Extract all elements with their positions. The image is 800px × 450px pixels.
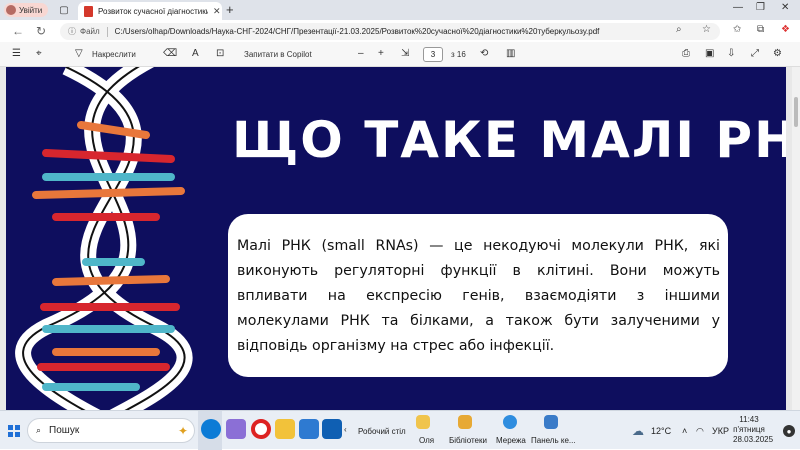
- print-icon[interactable]: ⎙: [682, 48, 690, 59]
- contents-icon[interactable]: ☰: [12, 48, 21, 59]
- close-window-button[interactable]: ✕: [781, 2, 789, 13]
- back-button[interactable]: ←: [12, 24, 24, 38]
- chevron-up-icon[interactable]: ‹: [344, 425, 347, 434]
- search-highlight-icon: ✦: [177, 423, 188, 438]
- search-placeholder: Пошук: [49, 425, 80, 436]
- address-bar[interactable]: ⓘ Файл C:/Users/olhap/Downloads/Наука-СН…: [60, 23, 720, 40]
- pinned-label-3[interactable]: Панель ке...: [531, 436, 576, 445]
- dna-rung: [42, 149, 175, 163]
- clock-time: 11:43: [739, 415, 759, 424]
- avatar-icon: [6, 5, 16, 15]
- page-total: з 16: [451, 50, 466, 59]
- scrollbar-thumb[interactable]: [794, 97, 798, 127]
- fullscreen-icon[interactable]: ⤢: [751, 48, 759, 59]
- url-text[interactable]: C:/Users/olhap/Downloads/Наука-СНГ-2024/…: [115, 27, 600, 36]
- search-icon: ⌕: [36, 425, 42, 435]
- address-prefix: Файл: [80, 27, 100, 36]
- pinned-label-1[interactable]: Бібліотеки: [449, 436, 487, 445]
- definition-card: Малі РНК (small RNAs) — це некодуючі мол…: [228, 214, 728, 377]
- folder-library-icon[interactable]: [458, 415, 472, 429]
- address-divider: [106, 26, 108, 37]
- clock-date: 28.03.2025: [733, 435, 774, 444]
- taskbar: ⌕ Пошук ✦ ‹ Робочий стіл Оля Бібліотеки …: [0, 410, 800, 450]
- zoom-out-button[interactable]: –: [358, 48, 364, 59]
- zoom-icon[interactable]: ⌕: [676, 24, 682, 35]
- pdf-viewer[interactable]: ЩО ТАКЕ МАЛІ РНК Малі РНК (small RNAs) —…: [0, 67, 792, 410]
- new-tab-button[interactable]: +: [226, 2, 234, 17]
- language-indicator[interactable]: УКР: [712, 426, 729, 436]
- dna-rung: [52, 275, 170, 286]
- weather-temp[interactable]: 12°C: [651, 426, 671, 436]
- desktop-label[interactable]: Робочий стіл: [358, 427, 406, 436]
- definition-text: Малі РНК (small RNAs) — це некодуючі мол…: [237, 238, 720, 354]
- page-number-input[interactable]: 3: [423, 47, 443, 62]
- tab-title: Розвиток сучасної діагностики ту: [98, 6, 208, 16]
- folder-user-icon[interactable]: [416, 415, 430, 429]
- network-icon[interactable]: [503, 415, 517, 429]
- weather-icon[interactable]: ☁: [632, 424, 644, 438]
- notification-icon[interactable]: ●: [783, 425, 795, 437]
- copilot-app-icon[interactable]: [226, 419, 246, 439]
- dna-rung: [32, 187, 185, 199]
- pinned-label-0[interactable]: Оля: [419, 436, 434, 445]
- workspaces-icon[interactable]: ▢: [57, 3, 71, 17]
- info-icon[interactable]: ⓘ: [68, 26, 76, 37]
- copilot-icon[interactable]: ❖: [781, 24, 790, 35]
- tray-chevron-icon[interactable]: ˄: [682, 426, 687, 436]
- page-view-icon[interactable]: ▥: [506, 48, 515, 59]
- control-panel-icon[interactable]: [544, 415, 558, 429]
- start-button[interactable]: [8, 425, 20, 437]
- settings-gear-icon[interactable]: ⚙: [773, 48, 782, 59]
- tab-active[interactable]: Розвиток сучасної діагностики ту ✕: [78, 2, 222, 20]
- save-as-icon[interactable]: ⇩: [727, 48, 735, 59]
- store-icon[interactable]: [299, 419, 319, 439]
- browser-window: Увійти ▢ Розвиток сучасної діагностики т…: [0, 0, 800, 450]
- pdf-toolbar: ☰ ⌖ ▽ Накреслити ⌫ A ⊡ Запитати в Copilo…: [0, 42, 800, 67]
- draw-icon[interactable]: ▽: [75, 48, 83, 59]
- profile-button[interactable]: Увійти: [4, 3, 48, 17]
- draw-button[interactable]: Накреслити: [92, 50, 136, 59]
- read-aloud-icon[interactable]: A: [192, 48, 199, 59]
- profile-label: Увійти: [19, 5, 43, 15]
- clock[interactable]: 11:43 п'ятниця 28.03.2025: [733, 415, 774, 445]
- favorites-icon[interactable]: ✩: [733, 24, 741, 35]
- wifi-icon[interactable]: ◠: [696, 426, 704, 437]
- restore-button[interactable]: ❐: [756, 2, 765, 13]
- taskbar-search[interactable]: ⌕ Пошук ✦: [27, 418, 195, 443]
- ask-copilot-button[interactable]: Запитати в Copilot: [244, 50, 312, 59]
- file-explorer-icon[interactable]: [275, 419, 295, 439]
- zoom-in-button[interactable]: +: [378, 48, 384, 59]
- address-bar-row: ← ↻ ⓘ Файл C:/Users/olhap/Downloads/Наук…: [0, 20, 800, 42]
- minimize-button[interactable]: —: [733, 2, 743, 13]
- collections-icon[interactable]: ⧉: [757, 24, 764, 35]
- dna-illustration: [15, 67, 193, 410]
- tab-close-icon[interactable]: ✕: [213, 6, 221, 17]
- highlight-icon[interactable]: ⌖: [36, 48, 42, 59]
- pinned-label-2[interactable]: Мережа: [496, 436, 526, 445]
- pdf-file-icon: [84, 5, 93, 17]
- add-text-icon[interactable]: ⊡: [216, 48, 224, 59]
- opera-icon[interactable]: [251, 419, 271, 439]
- vertical-scrollbar[interactable]: [792, 67, 800, 410]
- rotate-icon[interactable]: ⟲: [480, 48, 488, 59]
- clock-day: п'ятниця: [733, 425, 765, 434]
- slide-heading: ЩО ТАКЕ МАЛІ РНК: [232, 111, 786, 169]
- favorite-star-icon[interactable]: ☆: [702, 24, 711, 35]
- outlook-icon[interactable]: [322, 419, 342, 439]
- fit-page-icon[interactable]: ⇲: [401, 48, 409, 59]
- save-icon[interactable]: ▣: [705, 48, 714, 59]
- refresh-button[interactable]: ↻: [36, 24, 46, 38]
- slide-page: ЩО ТАКЕ МАЛІ РНК Малі РНК (small RNAs) —…: [6, 67, 786, 410]
- eraser-icon[interactable]: ⌫: [163, 48, 177, 59]
- tab-strip: Увійти ▢ Розвиток сучасної діагностики т…: [0, 0, 800, 20]
- edge-icon[interactable]: [201, 419, 221, 439]
